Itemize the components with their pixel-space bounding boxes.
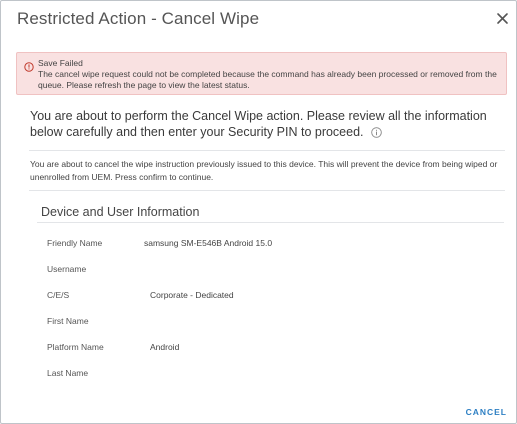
intro-message: You are about to perform the Cancel Wipe…	[30, 109, 487, 139]
intro-text: You are about to perform the Cancel Wipe…	[30, 108, 500, 140]
field-label: First Name	[47, 316, 89, 326]
field-row-last-name: Last Name	[1, 368, 516, 382]
field-label: Last Name	[47, 368, 89, 378]
field-value: Corporate - Dedicated	[150, 290, 234, 300]
field-row-ces: C/E/S Corporate - Dedicated	[1, 290, 516, 304]
cancel-wipe-dialog: Restricted Action - Cancel Wipe Save Fai…	[0, 0, 517, 424]
divider	[29, 150, 505, 151]
alert-message: The cancel wipe request could not be com…	[38, 69, 497, 90]
alert-heading: Save Failed	[38, 58, 83, 68]
cancel-button[interactable]: CANCEL	[466, 407, 507, 417]
field-label: Username	[47, 264, 87, 274]
info-icon[interactable]	[371, 126, 382, 138]
error-alert: Save Failed The cancel wipe request coul…	[16, 52, 507, 95]
error-icon	[24, 59, 34, 72]
field-label: C/E/S	[47, 290, 70, 300]
dialog-title: Restricted Action - Cancel Wipe	[17, 9, 260, 28]
close-icon[interactable]	[493, 9, 513, 29]
field-row-username: Username	[1, 264, 516, 278]
field-value: samsung SM-E546B Android 15.0	[144, 238, 273, 248]
section-divider	[37, 222, 504, 223]
field-row-platform-name: Platform Name Android	[1, 342, 516, 356]
field-label: Platform Name	[47, 342, 104, 352]
section-title: Device and User Information	[41, 205, 200, 219]
field-row-first-name: First Name	[1, 316, 516, 330]
divider	[29, 190, 505, 191]
field-row-friendly-name: Friendly Name samsung SM-E546B Android 1…	[1, 238, 516, 252]
field-label: Friendly Name	[47, 238, 103, 248]
description-text: You are about to cancel the wipe instruc…	[30, 159, 498, 182]
field-value: Android	[150, 342, 180, 352]
